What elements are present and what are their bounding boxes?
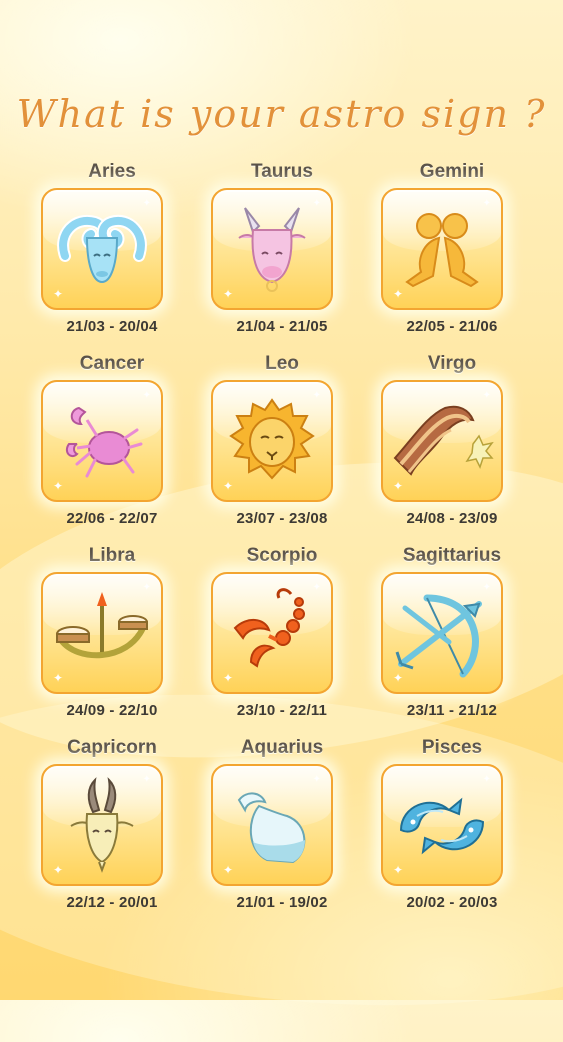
sparkle-icon: ✦	[142, 582, 151, 593]
sign-name: Taurus	[251, 161, 313, 182]
sign-name: Scorpio	[246, 545, 318, 566]
sparkle-icon: ✦	[393, 479, 404, 493]
sparkle-icon: ✦	[393, 287, 404, 301]
sign-tile-aquarius[interactable]: ✦ ✦	[211, 764, 333, 886]
sparkle-icon: ✦	[482, 390, 491, 401]
sign-tile-libra[interactable]: ✦ ✦	[41, 572, 163, 694]
scales-icon	[56, 592, 148, 659]
sparkle-icon: ✦	[223, 287, 234, 301]
sign-dates: 21/04 - 21/05	[236, 318, 328, 335]
sign-cell-capricorn[interactable]: Capricorn ✦ ✦ 22/12 - 20/01	[27, 734, 197, 926]
sign-cell-virgo[interactable]: Virgo ✦ ✦ 24/08 - 23/09	[367, 350, 537, 542]
bull-icon	[238, 207, 306, 292]
sign-cell-scorpio[interactable]: Scorpio ✦ ✦ 23/10 - 22/11	[197, 542, 367, 734]
sign-name: Aquarius	[240, 737, 324, 758]
water-jar-icon	[237, 792, 306, 864]
lion-icon	[229, 398, 315, 480]
sign-dates: 21/03 - 20/04	[66, 318, 158, 335]
sign-dates: 22/05 - 21/06	[406, 318, 498, 335]
sign-dates: 23/07 - 23/08	[236, 510, 328, 527]
sparkle-icon: ✦	[53, 287, 64, 301]
sign-dates: 21/01 - 19/02	[236, 894, 328, 911]
ram-icon	[57, 214, 147, 284]
sign-tile-leo[interactable]: ✦ ✦	[211, 380, 333, 502]
sparkle-icon: ✦	[53, 479, 64, 493]
twins-icon	[405, 213, 479, 288]
sign-dates: 20/02 - 20/03	[406, 894, 498, 911]
sign-name: Sagittarius	[402, 545, 502, 566]
sparkle-icon: ✦	[223, 671, 234, 685]
sign-dates: 24/08 - 23/09	[406, 510, 498, 527]
sign-dates: 23/10 - 22/11	[236, 702, 328, 719]
sparkle-icon: ✦	[312, 390, 321, 401]
sign-tile-sagittarius[interactable]: ✦ ✦	[381, 572, 503, 694]
sparkle-icon: ✦	[53, 671, 64, 685]
sign-tile-virgo[interactable]: ✦ ✦	[381, 380, 503, 502]
sign-tile-taurus[interactable]: ✦ ✦	[211, 188, 333, 310]
sign-name: Libra	[88, 545, 136, 566]
sparkle-icon: ✦	[482, 774, 491, 785]
sign-cell-aquarius[interactable]: Aquarius ✦ ✦ 21/01 - 19/02	[197, 734, 367, 926]
sign-cell-gemini[interactable]: Gemini ✦ ✦ 22/05 - 21/06	[367, 158, 537, 350]
sign-cell-leo[interactable]: Leo ✦ ✦ 23/07 - 23/08	[197, 350, 367, 542]
sparkle-icon: ✦	[482, 198, 491, 209]
sign-cell-cancer[interactable]: Cancer ✦ ✦ 22/06 - 22/07	[27, 350, 197, 542]
sign-name: Cancer	[79, 353, 145, 374]
sparkle-icon: ✦	[142, 774, 151, 785]
page-title: What is your astro sign ?	[16, 92, 547, 136]
sign-cell-libra[interactable]: Libra ✦ ✦ 24/09 - 22/10	[27, 542, 197, 734]
sparkle-icon: ✦	[312, 198, 321, 209]
sign-dates: 24/09 - 22/10	[66, 702, 158, 719]
sign-cell-taurus[interactable]: Taurus ✦ ✦ 21/04 - 21/05	[197, 158, 367, 350]
sign-cell-sagittarius[interactable]: Sagittarius ✦ ✦ 23/11 - 21/12	[367, 542, 537, 734]
goat-icon	[70, 777, 134, 873]
scorpion-icon	[233, 588, 305, 668]
sparkle-icon: ✦	[393, 863, 404, 877]
sign-tile-cancer[interactable]: ✦ ✦	[41, 380, 163, 502]
virgo-cloth-icon	[393, 405, 494, 476]
sign-tile-capricorn[interactable]: ✦ ✦	[41, 764, 163, 886]
sign-name: Pisces	[421, 737, 483, 758]
sign-dates: 22/12 - 20/01	[66, 894, 158, 911]
sign-name: Aries	[88, 161, 136, 182]
sign-name: Leo	[265, 353, 299, 374]
sparkle-icon: ✦	[312, 774, 321, 785]
sign-dates: 22/06 - 22/07	[66, 510, 158, 527]
sparkle-icon: ✦	[142, 198, 151, 209]
sign-tile-pisces[interactable]: ✦ ✦	[381, 764, 503, 886]
sparkle-icon: ✦	[53, 863, 64, 877]
bow-arrow-icon	[395, 594, 482, 678]
sign-tile-scorpio[interactable]: ✦ ✦	[211, 572, 333, 694]
sign-name: Virgo	[427, 353, 477, 374]
sparkle-icon: ✦	[482, 582, 491, 593]
sign-cell-pisces[interactable]: Pisces ✦ ✦ 20/02 - 20/03	[367, 734, 537, 926]
crab-icon	[65, 406, 143, 478]
sign-name: Capricorn	[67, 737, 157, 758]
sparkle-icon: ✦	[223, 863, 234, 877]
sign-dates: 23/11 - 21/12	[406, 702, 498, 719]
sign-grid: Aries ✦ ✦ 21/03 - 20/04 Taurus ✦ ✦ 21/04…	[27, 158, 537, 926]
sparkle-icon: ✦	[312, 582, 321, 593]
fish-icon	[399, 797, 485, 855]
sign-cell-aries[interactable]: Aries ✦ ✦ 21/03 - 20/04	[27, 158, 197, 350]
sparkle-icon: ✦	[393, 671, 404, 685]
sparkle-icon: ✦	[142, 390, 151, 401]
sign-tile-gemini[interactable]: ✦ ✦	[381, 188, 503, 310]
sparkle-icon: ✦	[223, 479, 234, 493]
sign-tile-aries[interactable]: ✦ ✦	[41, 188, 163, 310]
sign-name: Gemini	[419, 161, 485, 182]
